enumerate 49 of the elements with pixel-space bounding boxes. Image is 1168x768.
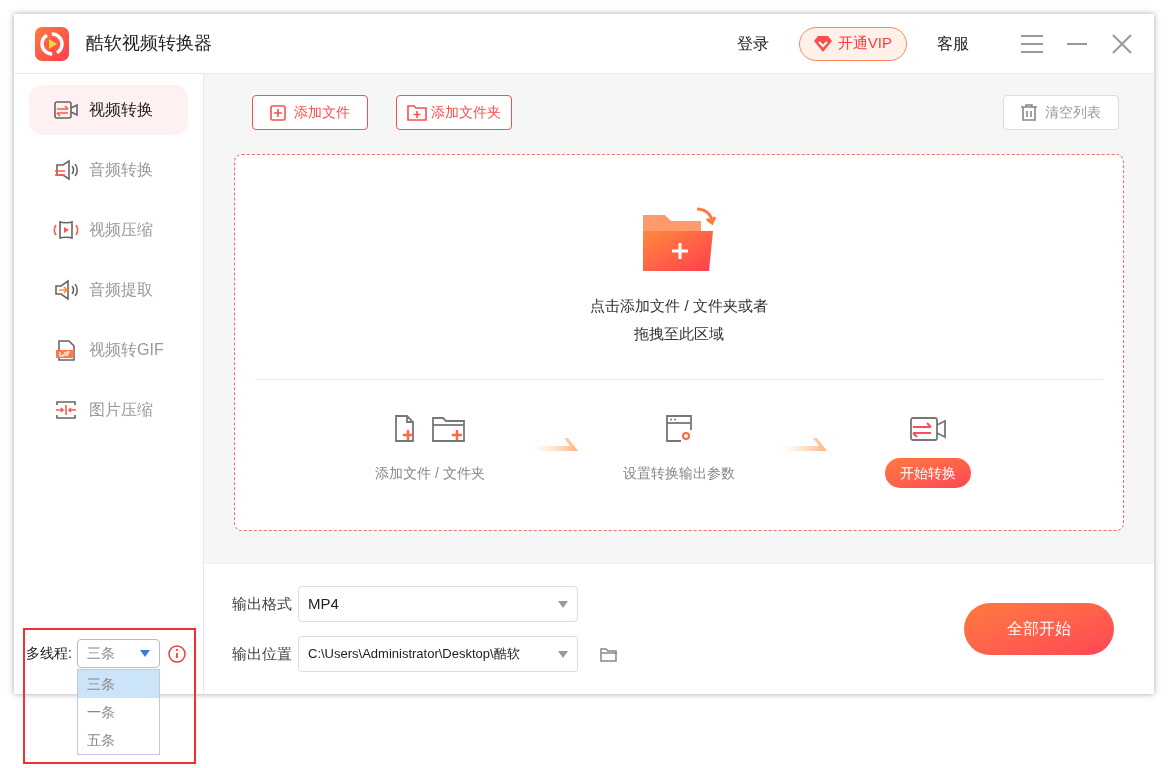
add-file-button[interactable]: 添加文件 <box>252 95 368 130</box>
vip-button[interactable]: 开通VIP <box>798 26 907 61</box>
step-label: 设置转换输出参数 <box>623 463 735 483</box>
window-settings-icon <box>664 414 694 444</box>
folder-icon[interactable] <box>600 646 618 662</box>
sidebar-item[interactable]: 图片压缩 <box>29 385 188 435</box>
threads-option[interactable]: 三条 <box>77 670 159 698</box>
sidebar-item[interactable]: 视频转换 <box>29 85 188 135</box>
file-folder-add-icon <box>393 414 467 444</box>
trash-icon <box>1021 104 1037 121</box>
dropdown-caret-icon <box>558 600 568 608</box>
drop-hint: 点击添加文件 / 文件夹或者 <box>590 296 768 316</box>
close-icon[interactable] <box>1112 33 1132 54</box>
video-convert-icon <box>53 99 79 121</box>
login-link[interactable]: 登录 <box>736 31 769 56</box>
add-folder-button[interactable]: 添加文件夹 <box>396 95 512 130</box>
drop-zone[interactable]: 点击添加文件 / 文件夹或者 拖拽至此区域 添加文件 / 文件夹 设置转换输出参数 开始转换 <box>234 154 1124 531</box>
sidebar-item[interactable]: 视频压缩 <box>29 205 188 255</box>
video-convert-icon <box>908 414 948 444</box>
step-label: 添加文件 / 文件夹 <box>375 463 485 483</box>
diamond-icon <box>813 35 832 52</box>
image-compress-icon <box>53 399 79 421</box>
start-convert-button[interactable]: 开始转换 <box>885 458 971 488</box>
plus-square-icon <box>270 104 286 121</box>
minimize-icon[interactable] <box>1067 41 1087 46</box>
speaker-arrow-icon <box>53 279 79 301</box>
menu-icon[interactable] <box>1021 33 1043 54</box>
location-select[interactable]: C:\Users\Administrator\Desktop\酷软 <box>298 636 578 672</box>
folder-plus-icon <box>407 104 427 121</box>
threads-select[interactable]: 三条 <box>76 639 160 668</box>
service-link[interactable]: 客服 <box>937 31 969 56</box>
sidebar-item[interactable]: 音频提取 <box>29 265 188 315</box>
start-all-button[interactable]: 全部开始 <box>964 603 1114 655</box>
output-location-label: 输出位置 <box>232 643 292 664</box>
sidebar-item[interactable]: 音频转换 <box>29 145 188 195</box>
speaker-convert-icon <box>53 159 79 181</box>
format-select[interactable]: MP4 <box>298 586 578 622</box>
dropdown-caret-icon <box>558 650 568 658</box>
app-logo-icon <box>35 26 69 61</box>
sidebar-item[interactable]: 视频转GIF <box>29 325 188 375</box>
drop-hint: 拖拽至此区域 <box>634 323 724 344</box>
dropdown-caret-icon <box>139 650 150 657</box>
info-icon[interactable] <box>167 644 186 663</box>
threads-label: 多线程: <box>26 644 72 663</box>
app-title: 酷软视频转换器 <box>86 32 212 55</box>
folder-add-icon <box>641 205 717 273</box>
video-compress-icon <box>53 219 79 241</box>
output-format-label: 输出格式 <box>232 593 292 614</box>
clear-list-button[interactable]: 清空列表 <box>1003 95 1119 130</box>
